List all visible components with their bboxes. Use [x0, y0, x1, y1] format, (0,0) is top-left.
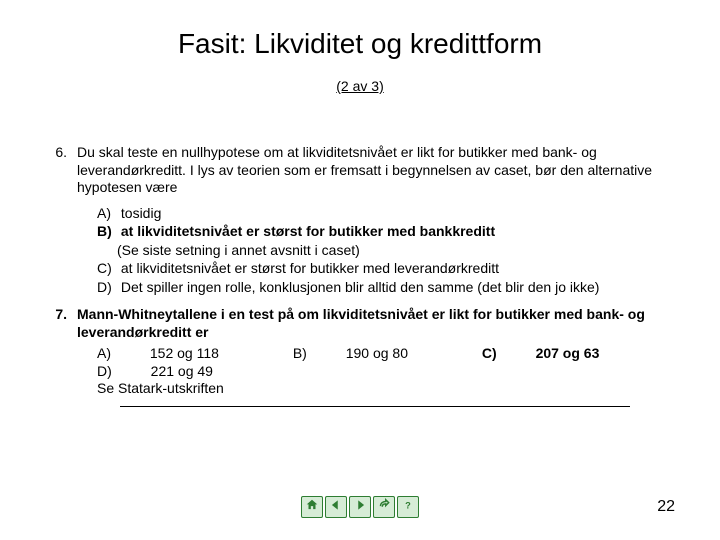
- home-icon: [305, 498, 319, 517]
- option-d: D) 221 og 49: [97, 363, 248, 381]
- option-b: B) 190 og 80: [293, 345, 443, 363]
- option-a: A) tosidig: [97, 205, 675, 223]
- option-a: A) 152 og 118: [97, 345, 254, 363]
- next-icon: [353, 498, 367, 517]
- help-icon: ?: [401, 498, 415, 517]
- option-b-note: (Se siste setning i annet avsnitt i case…: [97, 242, 675, 260]
- slide-title: Fasit: Likviditet og kredittform: [0, 0, 720, 60]
- page-number: 22: [657, 498, 675, 516]
- svg-text:?: ?: [405, 500, 411, 510]
- return-button[interactable]: [373, 496, 395, 518]
- footer: ? 22: [0, 490, 720, 518]
- question-text: Du skal teste en nullhypotese om at likv…: [77, 144, 675, 197]
- next-button[interactable]: [349, 496, 371, 518]
- option-row: A) 152 og 118 B) 190 og 80 C) 207 og 63 …: [97, 345, 675, 380]
- question-7-note: Se Statark-utskriften: [97, 380, 675, 398]
- slide-body: 6. Du skal teste en nullhypotese om at l…: [0, 94, 720, 407]
- option-c: C) 207 og 63: [482, 345, 635, 363]
- question-7: 7. Mann-Whitneytallene i en test på om l…: [45, 306, 675, 341]
- question-6: 6. Du skal teste en nullhypotese om at l…: [45, 144, 675, 197]
- slide-subtitle: (2 av 3): [0, 78, 720, 94]
- option-d: D) Det spiller ingen rolle, konklusjonen…: [97, 279, 675, 297]
- option-b: B) at likviditetsnivået er størst for bu…: [97, 223, 675, 241]
- prev-button[interactable]: [325, 496, 347, 518]
- question-number: 6.: [45, 144, 77, 197]
- question-number: 7.: [45, 306, 77, 341]
- nav-bar: ?: [301, 496, 419, 518]
- help-button[interactable]: ?: [397, 496, 419, 518]
- question-6-options: A) tosidig B) at likviditetsnivået er st…: [45, 205, 675, 297]
- divider: [120, 406, 630, 407]
- return-icon: [377, 498, 391, 517]
- option-c: C) at likviditetsnivået er størst for bu…: [97, 260, 675, 278]
- home-button[interactable]: [301, 496, 323, 518]
- question-text: Mann-Whitneytallene i en test på om likv…: [77, 306, 675, 341]
- slide: Fasit: Likviditet og kredittform (2 av 3…: [0, 0, 720, 540]
- question-7-options: A) 152 og 118 B) 190 og 80 C) 207 og 63 …: [45, 345, 675, 398]
- prev-icon: [329, 498, 343, 517]
